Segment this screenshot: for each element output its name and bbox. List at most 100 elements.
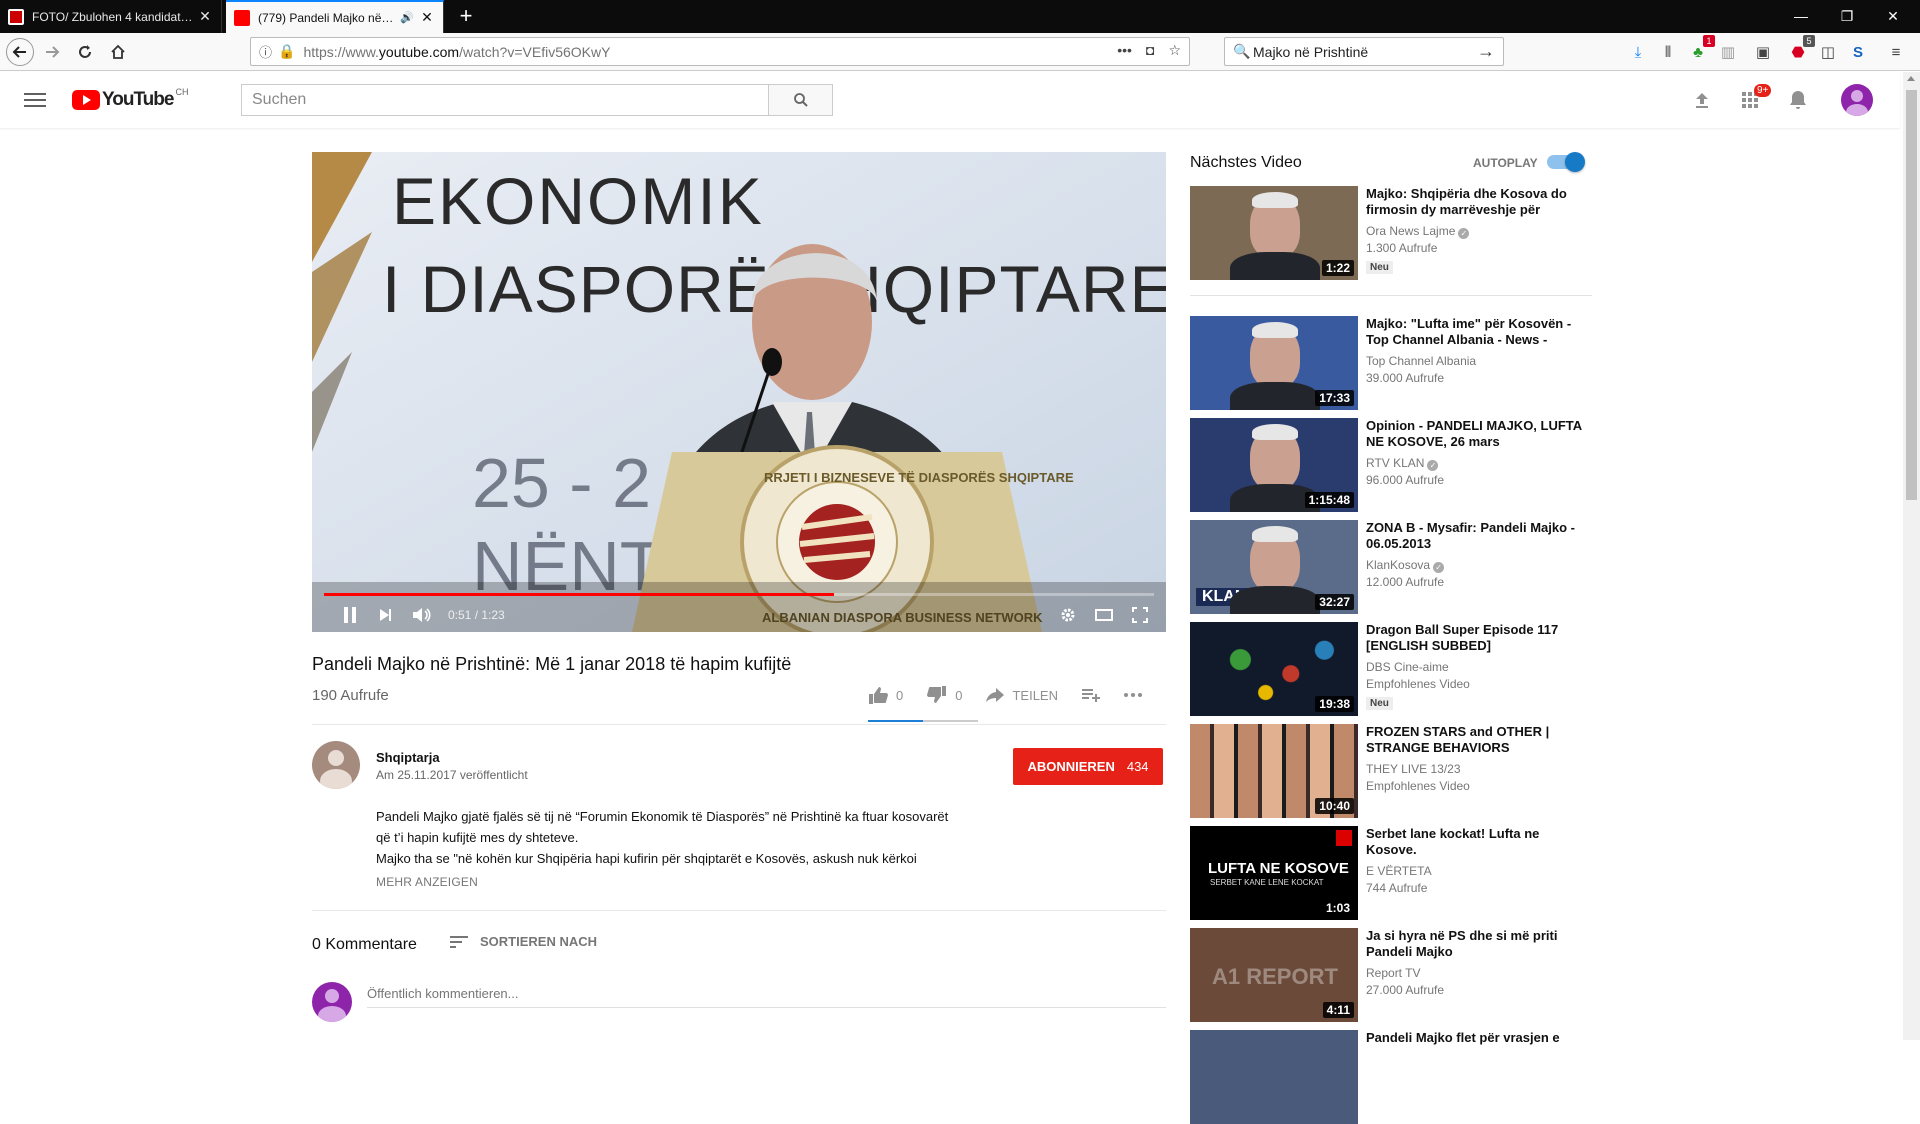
upload-icon[interactable] — [1689, 88, 1715, 112]
theater-mode-button[interactable] — [1086, 598, 1122, 632]
volume-button[interactable] — [404, 598, 440, 632]
page-actions-icon[interactable]: ••• — [1117, 42, 1132, 59]
related-video-title[interactable]: Majko: "Lufta ime" për Kosovën - Top Cha… — [1366, 316, 1592, 348]
related-video-title[interactable]: ZONA B - Mysafir: Pandeli Majko - 06.05.… — [1366, 520, 1592, 552]
show-more-link[interactable]: MEHR ANZEIGEN — [376, 875, 478, 889]
adblock-badge: 5 — [1803, 35, 1815, 47]
new-tab-button[interactable]: + — [454, 4, 478, 28]
related-video-title[interactable]: Serbet lane kockat! Lufta ne Kosove. — [1366, 826, 1592, 858]
close-window-button[interactable]: ✕ — [1870, 0, 1916, 33]
dislike-button[interactable]: 0 — [927, 686, 962, 704]
library-icon[interactable]: ⫴ — [1657, 41, 1679, 63]
video-thumbnail[interactable]: 1:15:48 — [1190, 418, 1358, 512]
next-video-button[interactable] — [368, 598, 404, 632]
video-thumbnail[interactable]: KLAN 32:27 — [1190, 520, 1358, 614]
video-thumbnail[interactable]: LUFTA NE KOSOVE SERBET KANE LENE KOCKAT 1:… — [1190, 826, 1358, 920]
related-video-channel[interactable]: E VËRTETA — [1366, 864, 1432, 878]
close-tab-icon[interactable]: ✕ — [419, 9, 435, 26]
pause-button[interactable] — [332, 598, 368, 632]
url-bar[interactable]: ⓘ 🔒 https://www. youtube.com/watch?v=VEfi… — [250, 37, 1190, 66]
channel-avatar[interactable] — [312, 741, 360, 789]
related-video-title[interactable]: Majko: Shqipëria dhe Kosova do firmosin … — [1366, 186, 1592, 218]
extension-green-icon[interactable]: ♣ 1 — [1687, 35, 1715, 63]
video-thumbnail[interactable]: A1 REPORT 4:11 — [1190, 928, 1358, 1022]
reload-button[interactable] — [71, 38, 99, 66]
add-to-playlist-button[interactable] — [1081, 688, 1100, 702]
sort-comments-button[interactable]: SORTIEREN NACH — [450, 934, 597, 949]
extension-box-icon[interactable]: ▣ — [1752, 41, 1774, 63]
browser-tab-foto[interactable]: FOTO/ Zbulohen 4 kandidatët p ✕ — [0, 0, 222, 33]
page-scrollbar[interactable] — [1903, 72, 1920, 1040]
video-thumbnail[interactable]: 10:40 — [1190, 724, 1358, 818]
comment-input[interactable]: Öffentlich kommentieren... — [367, 982, 1166, 1008]
related-video-card[interactable]: KLAN 32:27 ZONA B - Mysafir: Pandeli Majko… — [1190, 520, 1600, 614]
settings-button[interactable] — [1050, 598, 1086, 632]
video-duration: 32:27 — [1315, 594, 1354, 610]
autoplay-toggle[interactable] — [1547, 152, 1585, 172]
account-avatar[interactable] — [1841, 84, 1873, 116]
related-video-title[interactable]: Dragon Ball Super Episode 117 [ENGLISH S… — [1366, 622, 1592, 654]
like-button[interactable]: 0 — [868, 686, 903, 704]
scrollbar-thumb[interactable] — [1906, 90, 1917, 500]
speaker-icon[interactable]: 🔊 — [399, 11, 415, 24]
new-badge: Neu — [1366, 261, 1393, 274]
close-tab-icon[interactable]: ✕ — [197, 8, 213, 25]
sidebar-toggle-icon[interactable]: ◫ — [1817, 41, 1839, 63]
notifications-bell-icon[interactable] — [1785, 88, 1811, 112]
related-video-channel[interactable]: Top Channel Albania — [1366, 354, 1476, 368]
related-video-channel[interactable]: Report TV — [1366, 966, 1420, 980]
adblock-icon[interactable]: ⬣ 5 — [1787, 35, 1815, 63]
youtube-logo[interactable]: YouTube CH — [72, 87, 188, 111]
home-button[interactable] — [104, 38, 132, 66]
related-video-card[interactable]: 17:33 Majko: "Lufta ime" për Kosovën - To… — [1190, 316, 1600, 410]
subscribe-button[interactable]: ABONNIEREN 434 — [1013, 748, 1163, 785]
video-progress-bar[interactable] — [324, 593, 1154, 596]
menu-icon[interactable]: ≡ — [1885, 41, 1907, 63]
video-thumbnail[interactable]: 17:33 — [1190, 316, 1358, 410]
forward-button[interactable] — [38, 38, 66, 66]
related-video-title[interactable]: Opinion - PANDELI MAJKO, LUFTA NE KOSOVE… — [1366, 418, 1592, 450]
scroll-up-icon[interactable] — [1907, 76, 1915, 81]
fullscreen-button[interactable] — [1122, 598, 1158, 632]
related-video-card[interactable]: A1 REPORT 4:11 Ja si hyra në PS dhe si më … — [1190, 928, 1600, 1022]
info-icon[interactable]: ⓘ — [259, 42, 272, 61]
related-video-channel[interactable]: KlanKosova — [1366, 558, 1430, 572]
youtube-search-button[interactable] — [768, 85, 832, 115]
related-video-channel[interactable]: DBS Cine-aime — [1366, 660, 1449, 674]
browser-search-box[interactable]: 🔍 Majko në Prishtinë → — [1224, 37, 1504, 66]
related-video-title[interactable]: Ja si hyra në PS dhe si më priti Pandeli… — [1366, 928, 1592, 960]
related-video-title[interactable]: FROZEN STARS and OTHER | STRANGE BEHAVIO… — [1366, 724, 1592, 756]
video-thumbnail[interactable] — [1190, 1030, 1358, 1124]
related-video-views: 1.300 Aufrufe — [1366, 241, 1438, 255]
hamburger-menu-icon[interactable] — [24, 88, 46, 112]
related-video-card[interactable]: 1:15:48 Opinion - PANDELI MAJKO, LUFTA NE… — [1190, 418, 1600, 512]
related-video-card[interactable]: 1:22 Majko: Shqipëria dhe Kosova do firmo… — [1190, 186, 1600, 280]
extension-s-icon[interactable]: S — [1847, 41, 1869, 63]
minimize-button[interactable]: — — [1778, 0, 1824, 33]
downloads-icon[interactable]: ⤓ — [1627, 41, 1649, 63]
related-video-card[interactable]: 10:40 FROZEN STARS and OTHER | STRANGE BE… — [1190, 724, 1600, 818]
related-video-card[interactable]: LUFTA NE KOSOVE SERBET KANE LENE KOCKAT 1:… — [1190, 826, 1600, 920]
bookmark-star-icon[interactable]: ☆ — [1168, 42, 1181, 59]
pocket-icon[interactable]: ◘ — [1146, 42, 1154, 59]
share-button[interactable]: TEILEN — [986, 688, 1058, 703]
related-video-title[interactable]: Pandeli Majko flet për vrasjen e — [1366, 1030, 1592, 1046]
extension-book-icon[interactable]: ▥ — [1717, 41, 1739, 63]
browser-tab-youtube[interactable]: (779) Pandeli Majko në Prish 🔊 ✕ — [226, 0, 444, 33]
video-player[interactable]: EKONOMIK I DIASPORË SHQIPTARE 25 - 2 NËN… — [312, 152, 1166, 632]
related-video-card[interactable]: 19:38 Dragon Ball Super Episode 117 [ENGL… — [1190, 622, 1600, 716]
related-video-channel[interactable]: THEY LIVE 13/23 — [1366, 762, 1461, 776]
related-video-card[interactable]: Pandeli Majko flet për vrasjen e — [1190, 1030, 1600, 1124]
back-button[interactable] — [6, 38, 34, 66]
video-thumbnail[interactable]: 19:38 — [1190, 622, 1358, 716]
youtube-search-input[interactable] — [242, 85, 768, 115]
restore-button[interactable]: ❐ — [1824, 0, 1870, 33]
up-next-heading: Nächstes Video — [1190, 154, 1302, 171]
channel-name[interactable]: Shqiptarja — [376, 750, 440, 765]
sort-label: SORTIEREN NACH — [480, 934, 598, 949]
related-video-channel[interactable]: Ora News Lajme — [1366, 224, 1455, 238]
video-thumbnail[interactable]: 1:22 — [1190, 186, 1358, 280]
related-video-channel[interactable]: RTV KLAN — [1366, 456, 1424, 470]
more-actions-button[interactable] — [1123, 693, 1142, 697]
search-go-icon[interactable]: → — [1477, 41, 1495, 62]
